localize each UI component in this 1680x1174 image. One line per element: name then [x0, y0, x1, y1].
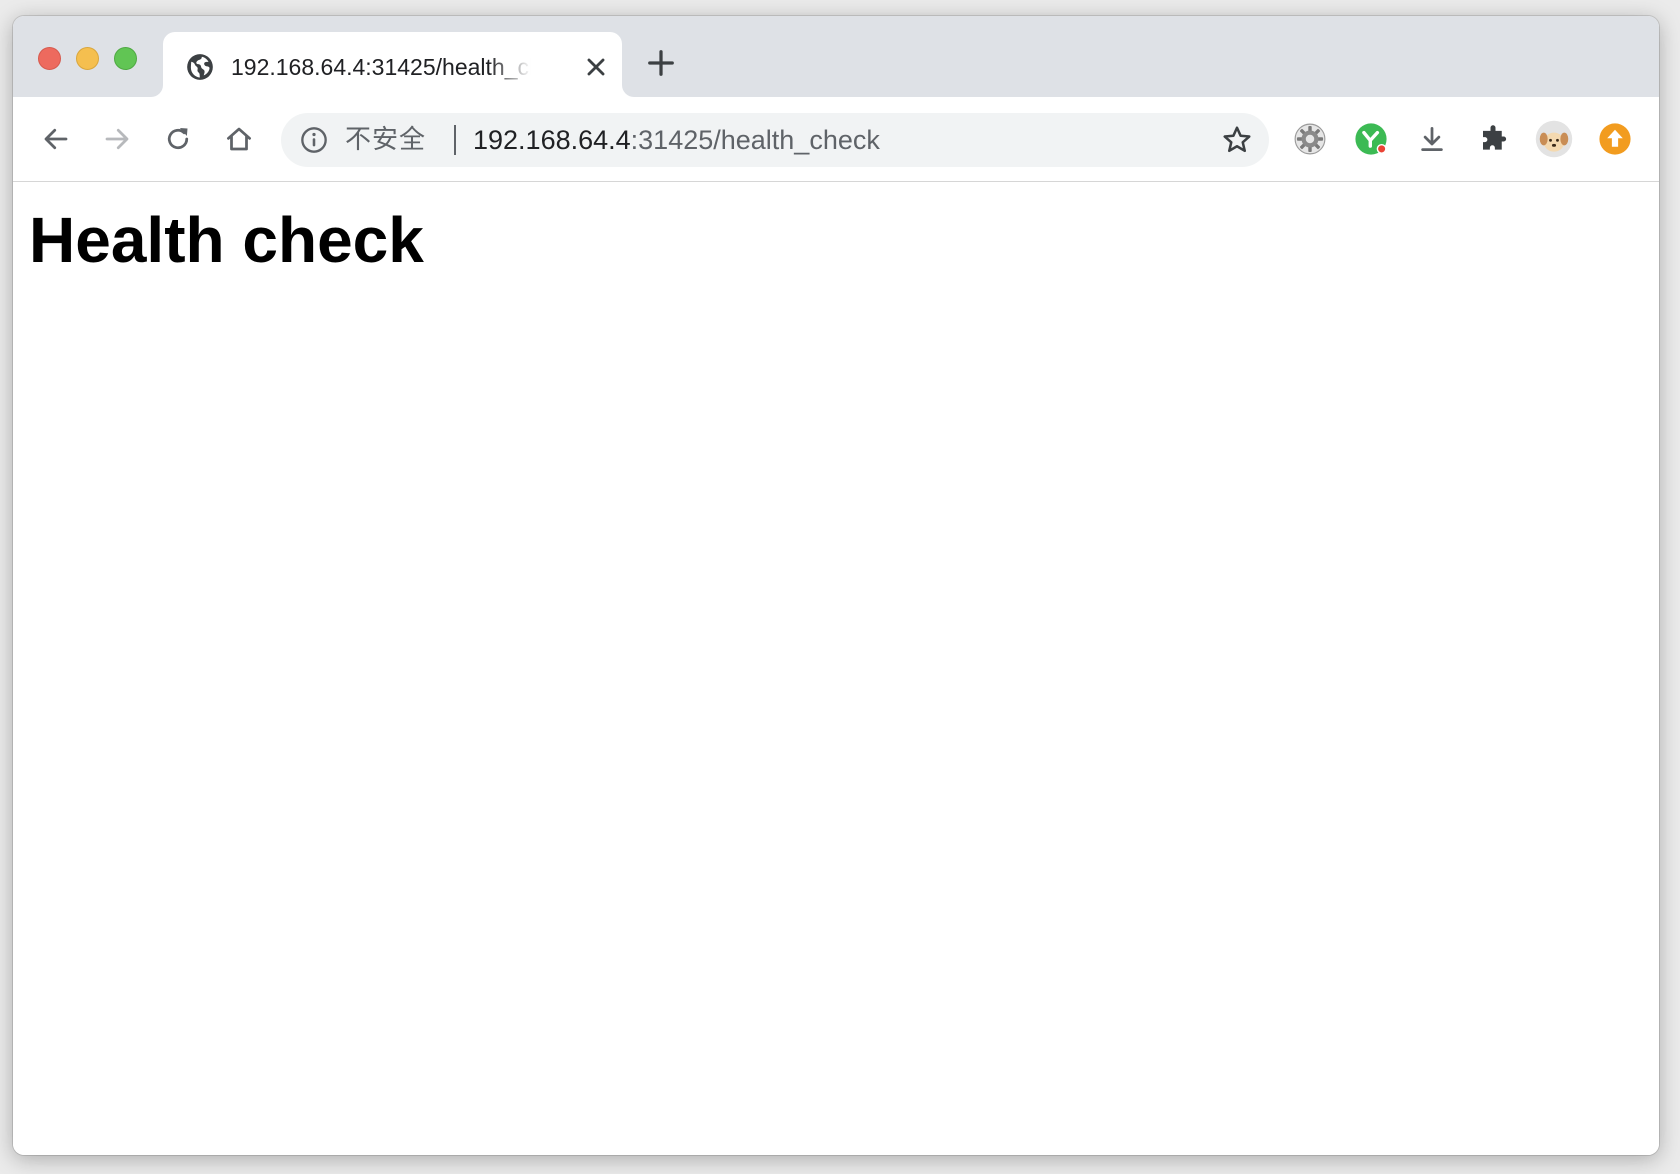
url-host: 192.168.64.4 — [473, 125, 631, 155]
arrow-left-icon — [44, 128, 68, 150]
update-button[interactable] — [1596, 120, 1634, 158]
gear-icon — [1294, 123, 1326, 155]
page-content: Health check — [13, 182, 1659, 1155]
address-bar[interactable]: 不安全 192.168.64.4:31425/health_check — [281, 113, 1269, 167]
url-text[interactable]: 192.168.64.4:31425/health_check — [473, 124, 880, 156]
omnibox-divider — [454, 125, 456, 155]
green-y-icon — [1355, 123, 1387, 155]
home-button[interactable] — [220, 120, 258, 158]
puzzle-icon — [1483, 125, 1507, 150]
security-label[interactable]: 不安全 — [345, 124, 426, 156]
globe-icon — [187, 54, 213, 80]
browser-toolbar: 不安全 192.168.64.4:31425/health_check — [13, 97, 1659, 182]
download-icon — [1421, 127, 1443, 151]
plus-icon[interactable] — [646, 48, 676, 78]
forward-button[interactable] — [98, 120, 136, 158]
page-title: Health check — [29, 204, 424, 276]
tab-title: 192.168.64.4:31425/health_check — [231, 54, 531, 80]
tab-strip: 192.168.64.4:31425/health_check — [13, 16, 1659, 97]
url-path: :31425/health_check — [630, 125, 880, 155]
window-close-button[interactable] — [38, 47, 61, 70]
window-maximize-button[interactable] — [114, 47, 137, 70]
back-button[interactable] — [37, 120, 75, 158]
profile-button[interactable] — [1535, 120, 1573, 158]
tab-health-check[interactable]: 192.168.64.4:31425/health_check — [163, 32, 622, 97]
window-minimize-button[interactable] — [76, 47, 99, 70]
home-icon — [227, 127, 251, 151]
close-icon[interactable] — [583, 54, 609, 80]
reload-button[interactable] — [159, 120, 197, 158]
update-icon — [1599, 123, 1631, 155]
arrow-right-icon — [105, 128, 129, 150]
reload-icon — [167, 128, 189, 150]
extensions-button[interactable] — [1474, 120, 1512, 158]
downloads-button[interactable] — [1413, 120, 1451, 158]
star-icon[interactable] — [1221, 124, 1253, 156]
extension-y-button[interactable] — [1352, 120, 1390, 158]
extension-settings-button[interactable] — [1291, 120, 1329, 158]
profile-avatar — [1535, 120, 1573, 158]
browser-window: 192.168.64.4:31425/health_check — [13, 16, 1659, 1155]
info-icon[interactable] — [300, 126, 328, 154]
